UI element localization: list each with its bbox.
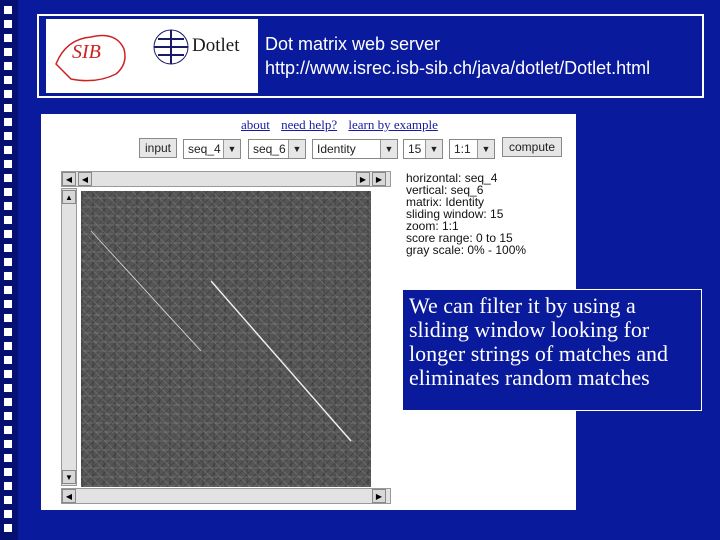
- scroll-up-icon[interactable]: ▲: [62, 190, 76, 204]
- decorative-dot: [4, 468, 12, 476]
- decorative-dot: [4, 398, 12, 406]
- decorative-dot: [4, 314, 12, 322]
- decorative-dot: [4, 146, 12, 154]
- decorative-dot: [4, 132, 12, 140]
- decorative-dot: [4, 6, 12, 14]
- decorative-dot: [4, 482, 12, 490]
- decorative-dot: [4, 62, 12, 70]
- banner-url[interactable]: http://www.isrec.isb-sib.ch/java/dotlet/…: [265, 56, 650, 80]
- chevron-down-icon: ▼: [223, 140, 240, 158]
- learn-by-example-link[interactable]: learn by example: [348, 117, 438, 132]
- decorative-dot: [4, 384, 12, 392]
- decorative-dot: [4, 230, 12, 238]
- decorative-dot: [4, 286, 12, 294]
- plot-info-panel: horizontal: seq_4 vertical: seq_6 matrix…: [406, 172, 526, 256]
- scroll-left-icon[interactable]: ◀: [78, 172, 92, 186]
- decorative-dot: [4, 216, 12, 224]
- window-value: 15: [408, 142, 422, 156]
- decorative-dot: [4, 454, 12, 462]
- decorative-dot: [4, 496, 12, 504]
- left-dot-column: [4, 0, 16, 540]
- decorative-dot: [4, 328, 12, 336]
- decorative-dot: [4, 202, 12, 210]
- decorative-dot: [4, 104, 12, 112]
- decorative-dot: [4, 244, 12, 252]
- vertical-sequence-value: seq_6: [253, 142, 286, 156]
- dot-plot-diagonal: [90, 230, 352, 442]
- scroll-right-icon[interactable]: ▶: [356, 172, 370, 186]
- input-button[interactable]: input: [139, 138, 177, 158]
- sib-logo-text: SIB: [72, 41, 101, 63]
- horizontal-scrollbar-bottom[interactable]: [61, 488, 391, 504]
- decorative-dot: [4, 272, 12, 280]
- help-links: about need help? learn by example: [241, 117, 446, 133]
- decorative-dot: [4, 174, 12, 182]
- dot-plot-matrix[interactable]: [81, 191, 371, 487]
- decorative-dot: [4, 20, 12, 28]
- vertical-sequence-select[interactable]: seq_6 ▼: [248, 139, 306, 159]
- decorative-dot: [4, 48, 12, 56]
- chevron-down-icon: ▼: [425, 140, 442, 158]
- scroll-right-icon[interactable]: ▶: [372, 172, 386, 186]
- horizontal-scrollbar-top[interactable]: [61, 171, 391, 187]
- decorative-dot: [4, 34, 12, 42]
- info-gray-scale: gray scale: 0% - 100%: [406, 243, 527, 257]
- decorative-dot: [4, 426, 12, 434]
- banner-title: Dot matrix web server: [265, 34, 441, 54]
- decorative-dot: [4, 440, 12, 448]
- about-link[interactable]: about: [241, 117, 270, 132]
- decorative-dot: [4, 300, 12, 308]
- decorative-dot: [4, 118, 12, 126]
- zoom-value: 1:1: [454, 142, 471, 156]
- decorative-dot: [4, 524, 12, 532]
- window-select[interactable]: 15 ▼: [403, 139, 443, 159]
- scroll-down-icon[interactable]: ▼: [62, 470, 76, 484]
- horizontal-sequence-select[interactable]: seq_4 ▼: [183, 139, 241, 159]
- chevron-down-icon: ▼: [380, 140, 397, 158]
- decorative-dot: [4, 258, 12, 266]
- chevron-down-icon: ▼: [288, 140, 305, 158]
- scroll-right-icon[interactable]: ▶: [372, 489, 386, 503]
- zoom-select[interactable]: 1:1 ▼: [449, 139, 495, 159]
- scroll-left-icon[interactable]: ◀: [62, 489, 76, 503]
- main-diagonal-line: [210, 280, 352, 442]
- decorative-dot: [4, 412, 12, 420]
- need-help-link[interactable]: need help?: [281, 117, 337, 132]
- decorative-dot: [4, 160, 12, 168]
- matrix-select[interactable]: Identity ▼: [312, 139, 398, 159]
- chevron-down-icon: ▼: [477, 140, 494, 158]
- decorative-dot: [4, 188, 12, 196]
- decorative-dot: [4, 510, 12, 518]
- decorative-dot: [4, 76, 12, 84]
- scroll-left-icon[interactable]: ◀: [62, 172, 76, 186]
- decorative-dot: [4, 370, 12, 378]
- secondary-diagonal-line: [90, 230, 202, 352]
- decorative-dot: [4, 356, 12, 364]
- decorative-dot: [4, 90, 12, 98]
- matrix-value: Identity: [317, 142, 356, 156]
- decorative-dot: [4, 342, 12, 350]
- horizontal-sequence-value: seq_4: [188, 142, 221, 156]
- dotlet-logo-text: Dotlet: [192, 35, 240, 56]
- compute-button[interactable]: compute: [502, 137, 562, 157]
- slide-caption: We can filter it by using a sliding wind…: [402, 289, 702, 411]
- vertical-scrollbar-left[interactable]: [61, 188, 77, 486]
- banner-text: Dot matrix web server http://www.isrec.i…: [265, 32, 650, 80]
